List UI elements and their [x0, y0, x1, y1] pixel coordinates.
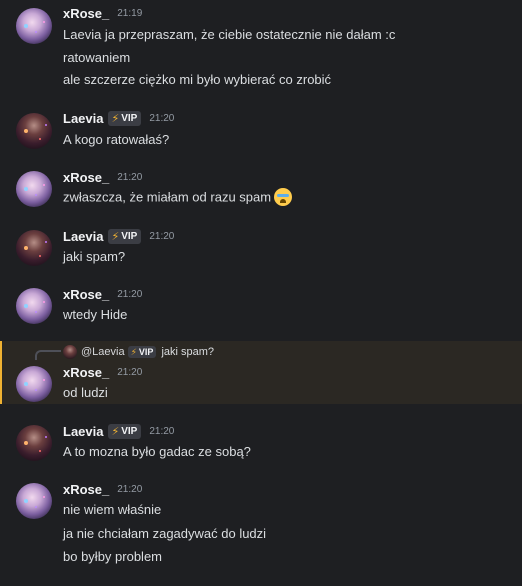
- message-header: Laevia ⚡ VIP 21:20: [63, 229, 174, 244]
- lightning-icon: ⚡: [111, 113, 120, 125]
- vip-badge: ⚡ VIP: [108, 424, 142, 439]
- message-text: bo byłby problem: [63, 549, 162, 564]
- username[interactable]: xRose_: [63, 170, 109, 185]
- message-text: ratowaniem: [63, 50, 131, 65]
- avatar[interactable]: [16, 171, 52, 207]
- mention-highlight-bar: [0, 341, 2, 404]
- lightning-icon: ⚡: [111, 426, 120, 438]
- message-header: Laevia ⚡ VIP 21:20: [63, 424, 174, 439]
- reply-preview[interactable]: jaki spam?: [161, 346, 214, 358]
- avatar[interactable]: [16, 366, 52, 402]
- timestamp: 21:20: [117, 172, 143, 183]
- message-line: zwłaszcza, że miałam od razu spam: [63, 188, 293, 207]
- timestamp: 21:20: [117, 367, 143, 378]
- lightning-icon: ⚡: [130, 346, 137, 357]
- message-text: Laevia ja przepraszam, że ciebie ostatec…: [63, 27, 396, 42]
- vip-badge: ⚡ VIP: [127, 346, 157, 358]
- reply-reference[interactable]: @Laevia ⚡ VIP jaki spam?: [63, 345, 214, 359]
- chat-log: xRose_ 21:19 Laevia ja przepraszam, że c…: [0, 0, 522, 586]
- message-text: nie wiem właśnie: [63, 502, 162, 517]
- username[interactable]: Laevia: [63, 424, 103, 439]
- timestamp: 21:19: [117, 8, 143, 19]
- crying-face-emoji[interactable]: [274, 188, 293, 206]
- username[interactable]: xRose_: [63, 287, 109, 302]
- username[interactable]: Laevia: [63, 229, 103, 244]
- message-header: xRose_ 21:20: [63, 365, 142, 380]
- username[interactable]: Laevia: [63, 111, 103, 126]
- message-text: wtedy Hide: [63, 307, 128, 322]
- timestamp: 21:20: [117, 289, 143, 300]
- username[interactable]: xRose_: [63, 6, 109, 21]
- username[interactable]: xRose_: [63, 365, 109, 380]
- message-text: ja nie chciałam zagadywać do ludzi: [63, 526, 267, 541]
- message-text: od ludzi: [63, 385, 108, 400]
- message-text: jaki spam?: [63, 249, 126, 264]
- lightning-icon: ⚡: [111, 231, 120, 243]
- message-header: Laevia ⚡ VIP 21:20: [63, 111, 174, 126]
- message-header: xRose_ 21:20: [63, 482, 142, 497]
- username[interactable]: xRose_: [63, 482, 109, 497]
- avatar[interactable]: [16, 288, 52, 324]
- avatar[interactable]: [16, 483, 52, 519]
- message-text: A kogo ratowałaś?: [63, 132, 170, 147]
- reply-username[interactable]: @Laevia: [81, 346, 125, 358]
- message-header: xRose_ 21:20: [63, 170, 142, 185]
- timestamp: 21:20: [149, 113, 175, 124]
- message-text: ale szczerze ciężko mi było wybierać co …: [63, 72, 332, 87]
- avatar[interactable]: [16, 425, 52, 461]
- reply-connector: [35, 350, 61, 360]
- avatar[interactable]: [16, 8, 52, 44]
- avatar[interactable]: [16, 113, 52, 149]
- message-header: xRose_ 21:20: [63, 287, 142, 302]
- timestamp: 21:20: [149, 231, 175, 242]
- message-text: zwłaszcza, że miałam od razu spam: [63, 189, 272, 205]
- message-header: xRose_ 21:19: [63, 6, 142, 21]
- timestamp: 21:20: [117, 484, 143, 495]
- vip-badge: ⚡ VIP: [108, 111, 142, 126]
- timestamp: 21:20: [149, 426, 175, 437]
- message-text: A to mozna było gadac ze sobą?: [63, 444, 251, 459]
- reply-avatar: [63, 345, 77, 359]
- avatar[interactable]: [16, 230, 52, 266]
- vip-badge: ⚡ VIP: [108, 229, 142, 244]
